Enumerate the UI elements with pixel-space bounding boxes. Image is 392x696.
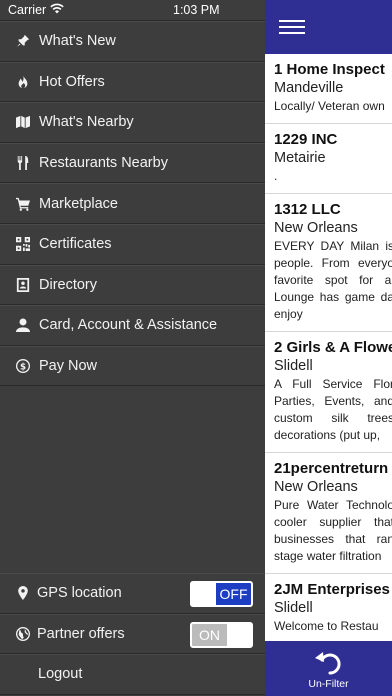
business-description: EVERY DAY Milan is people. From everyo f…: [274, 239, 392, 321]
menu-item-directory[interactable]: Directory: [0, 264, 265, 306]
list-item[interactable]: 1312 LLC New Orleans EVERY DAY Milan is …: [265, 194, 392, 332]
logout-label: Logout: [38, 666, 83, 683]
business-city: New Orleans: [274, 479, 358, 495]
pin-icon: [15, 33, 31, 49]
business-description: Welcome to Restau: [274, 619, 379, 633]
menu-item-label: Hot Offers: [39, 73, 105, 90]
business-city: Slidell: [274, 600, 313, 616]
undo-arrow-icon: [314, 651, 341, 675]
cart-icon: [15, 196, 31, 212]
list-item[interactable]: 2JM Enterprises Slidell Welcome to Resta…: [265, 574, 392, 644]
wifi-icon: [50, 3, 64, 17]
app-root: Carrier 1:03 PM What's New Hot Offers Wh…: [0, 0, 392, 696]
map-icon: [15, 114, 31, 130]
directory-panel: 1 Home Inspect Mandeville Locally/ Veter…: [265, 0, 392, 696]
menu-item-label: Card, Account & Assistance: [39, 317, 218, 334]
menu-item-certificates[interactable]: Certificates: [0, 223, 265, 265]
toggle-knob: [227, 623, 251, 646]
contact-card-icon: [15, 277, 31, 293]
list-item[interactable]: 21percentreturn New Orleans Pure Water T…: [265, 453, 392, 574]
toggle-state-label: OFF: [219, 586, 248, 602]
menu-item-restaurants-nearby[interactable]: Restaurants Nearby: [0, 142, 265, 184]
list-item[interactable]: 1 Home Inspect Mandeville Locally/ Veter…: [265, 54, 392, 124]
menu-item-whats-new[interactable]: What's New: [0, 21, 265, 62]
status-bar: Carrier 1:03 PM: [0, 0, 265, 20]
gps-location-toggle[interactable]: OFF: [190, 581, 253, 607]
flame-icon: [15, 74, 31, 90]
business-description: .: [274, 169, 278, 183]
qr-code-icon: [15, 236, 31, 252]
menu-item-label: Directory: [39, 276, 98, 293]
fork-knife-icon: [15, 155, 31, 171]
sidebar: Carrier 1:03 PM What's New Hot Offers Wh…: [0, 0, 265, 696]
dollar-circle-icon: $: [15, 358, 31, 374]
carrier-label: Carrier: [8, 3, 47, 17]
business-name: 21percentreturn: [274, 460, 389, 477]
business-city: New Orleans: [274, 220, 358, 236]
menu-item-marketplace[interactable]: Marketplace: [0, 183, 265, 224]
gps-location-label: GPS location: [37, 585, 122, 602]
menu-item-label: Restaurants Nearby: [39, 155, 168, 172]
business-name: 2JM Enterprises: [274, 581, 390, 598]
menu-item-label: Certificates: [39, 236, 112, 253]
toggle-state-label: ON: [199, 626, 220, 643]
menu-item-card-account-assistance[interactable]: Card, Account & Assistance: [0, 305, 265, 346]
toggle-knob: [192, 583, 216, 605]
menu-item-whats-nearby[interactable]: What's Nearby: [0, 102, 265, 143]
gps-location-row: GPS location OFF: [0, 573, 265, 614]
main-menu: What's New Hot Offers What's Nearby Rest…: [0, 20, 265, 387]
menu-item-label: What's Nearby: [39, 114, 134, 131]
user-icon: [15, 317, 31, 333]
list-item[interactable]: 1229 INC Metairie .: [265, 124, 392, 194]
menu-item-hot-offers[interactable]: Hot Offers: [0, 61, 265, 103]
menu-item-label: Pay Now: [39, 358, 98, 375]
business-list: 1 Home Inspect Mandeville Locally/ Veter…: [265, 54, 392, 644]
hamburger-menu-icon[interactable]: [279, 20, 305, 34]
unfilter-button[interactable]: Un-Filter: [265, 641, 392, 696]
business-city: Mandeville: [274, 80, 344, 96]
location-pin-icon: [15, 585, 31, 601]
partner-offers-label: Partner offers: [37, 625, 125, 642]
list-item[interactable]: 2 Girls & A Flowe Slidell A Full Service…: [265, 332, 392, 453]
business-name: 1312 LLC: [274, 201, 341, 218]
status-time: 1:03 PM: [173, 3, 220, 17]
top-navigation-bar: [265, 0, 392, 54]
business-description: Locally/ Veteran own: [274, 99, 385, 113]
business-description: A Full Service Flor Parties, Events, and…: [274, 377, 392, 442]
partner-offers-toggle[interactable]: ON: [190, 621, 253, 648]
menu-item-label: What's New: [39, 33, 116, 50]
logout-button[interactable]: Logout: [0, 654, 265, 695]
unfilter-label: Un-Filter: [308, 677, 349, 690]
globe-icon: [15, 626, 31, 642]
business-description: Pure Water Technolo cooler supplier that…: [274, 498, 392, 563]
settings-section: GPS location OFF Partner offers ON Logou…: [0, 573, 265, 695]
svg-text:$: $: [20, 363, 26, 373]
menu-item-pay-now[interactable]: $ Pay Now: [0, 345, 265, 387]
business-city: Slidell: [274, 358, 313, 374]
business-city: Metairie: [274, 150, 326, 166]
business-name: 2 Girls & A Flowe: [274, 339, 392, 356]
business-name: 1229 INC: [274, 131, 338, 148]
business-name: 1 Home Inspect: [274, 61, 385, 78]
menu-item-label: Marketplace: [39, 195, 118, 212]
partner-offers-row: Partner offers ON: [0, 613, 265, 655]
